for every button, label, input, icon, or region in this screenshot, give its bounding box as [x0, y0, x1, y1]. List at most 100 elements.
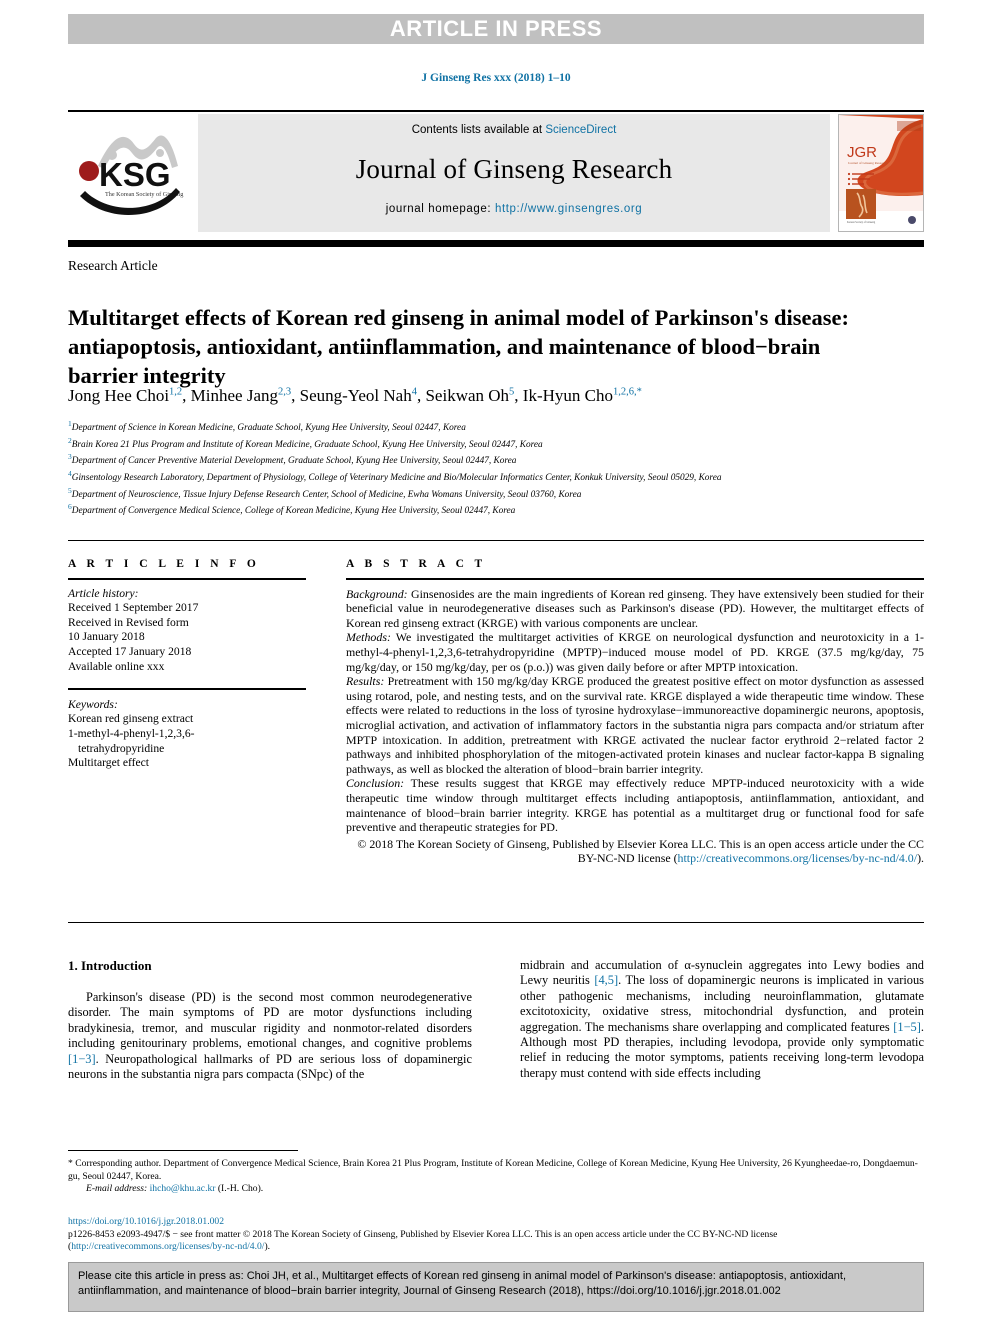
journal-title: Journal of Ginseng Research: [355, 154, 673, 184]
affiliation-item: 2Brain Korea 21 Plus Program and Institu…: [68, 435, 924, 452]
citation-ref-1-3[interactable]: [1−3]: [68, 1052, 96, 1066]
affiliation-text: Department of Convergence Medical Scienc…: [71, 506, 516, 517]
keyword-item: Multitarget effect: [68, 756, 150, 770]
keyword-item: Korean red ginseng extract: [68, 712, 194, 726]
sciencedirect-link[interactable]: ScienceDirect: [545, 124, 616, 136]
article-info-divider: [68, 578, 306, 580]
article-info-heading: A R T I C L E I N F O: [68, 558, 260, 570]
abstract-divider: [346, 578, 924, 580]
abstract-conclusion: Conclusion: These results suggest that K…: [346, 776, 924, 834]
email-suffix: (I.-H. Cho).: [215, 1183, 264, 1194]
masthead-bottom-rule: [68, 240, 924, 247]
email-label: E-mail address:: [86, 1183, 148, 1194]
abstract-results-text: Pretreatment with 150 mg/kg/day KRGE pro…: [346, 674, 924, 776]
journal-homepage-link[interactable]: http://www.ginsengres.org: [495, 203, 642, 215]
abstract-background: Background: Ginsenosides are the main in…: [346, 587, 924, 631]
body-column-left: 1. Introduction Parkinson's disease (PD)…: [68, 958, 472, 1082]
svg-text:JGR: JGR: [847, 144, 877, 161]
author-affiliation-marker: 1,2,6,*: [613, 386, 642, 398]
affiliation-text: Department of Science in Korean Medicine…: [71, 423, 466, 434]
license-link[interactable]: http://creativecommons.org/licenses/by-n…: [71, 1241, 264, 1252]
doi-and-issn-block: https://doi.org/10.1016/j.jgr.2018.01.00…: [68, 1216, 924, 1254]
affiliation-text: Department of Neuroscience, Tissue Injur…: [71, 489, 582, 500]
corresponding-author-footnote: * Corresponding author. Department of Co…: [68, 1158, 924, 1196]
page-title: Multitarget effects of Korean red ginsen…: [68, 305, 849, 389]
keywords-label: Keywords:: [68, 697, 118, 711]
cite-this-article-box: Please cite this article in press as: Ch…: [68, 1262, 924, 1312]
affiliation-item: 1Department of Science in Korean Medicin…: [68, 418, 924, 435]
affiliation-item: 4Ginsentology Research Laboratory, Depar…: [68, 468, 924, 485]
cc-license-link[interactable]: http://creativecommons.org/licenses/by-n…: [678, 851, 918, 865]
abstract-heading: A B S T R A C T: [346, 558, 487, 570]
info-region-bottom-rule: [68, 922, 924, 924]
abstract-column: A B S T R A C T Background: Ginsenosides…: [346, 558, 924, 866]
ksg-logo: KSG The Korean Society of Ginseng: [68, 122, 190, 226]
intro-left-text-b: . Neuropathological hallmarks of PD are …: [68, 1051, 472, 1082]
info-region-top-rule: [68, 540, 924, 542]
article-in-press-banner: ARTICLE IN PRESS: [68, 14, 924, 44]
corresponding-author-text: * Corresponding author. Department of Co…: [68, 1158, 918, 1182]
email-line: E-mail address: ihcho@khu.ac.kr (I.-H. C…: [68, 1183, 924, 1196]
affiliation-text: Brain Korea 21 Plus Program and Institut…: [71, 439, 543, 450]
keywords-divider: [68, 688, 306, 690]
article-type-label: Research Article: [68, 258, 158, 273]
intro-left-text-a: Parkinson's disease (PD) is the second m…: [68, 990, 472, 1051]
author-name: Seung-Yeol Nah: [299, 386, 412, 405]
svg-text:Journal of Ginseng Research: Journal of Ginseng Research: [848, 161, 887, 165]
affiliation-item: 6Department of Convergence Medical Scien…: [68, 501, 924, 518]
author-list: Jong Hee Choi1,2, Minhee Jang2,3, Seung-…: [68, 386, 924, 406]
footnote-rule: [68, 1150, 298, 1152]
article-info-column: A R T I C L E I N F O Article history: R…: [68, 558, 306, 771]
journal-homepage-label: journal homepage:: [385, 203, 495, 215]
issn-line: p1226-8453 e2093-4947/$ − see front matt…: [68, 1229, 924, 1254]
article-history-item: 10 January 2018: [68, 630, 145, 644]
author-name: Jong Hee Choi: [68, 386, 170, 405]
article-history-item: Received 1 September 2017: [68, 601, 199, 615]
abstract-methods-text: We investigated the multitarget activiti…: [346, 630, 924, 674]
abstract-copyright-tail: ).: [917, 851, 924, 866]
abstract-results: Results: Pretreatment with 150 mg/kg/day…: [346, 674, 924, 776]
author-separator: ,: [182, 386, 191, 405]
author-name: Ik-Hyun Cho: [522, 386, 613, 405]
article-page: ARTICLE IN PRESS J Ginseng Res xxx (2018…: [0, 0, 992, 1323]
journal-homepage-line: journal homepage: http://www.ginsengres.…: [198, 203, 830, 215]
author-affiliation-marker: 2,3: [278, 386, 292, 398]
article-in-press-label: ARTICLE IN PRESS: [389, 16, 603, 41]
author-separator: ,: [514, 386, 523, 405]
author-separator: ,: [291, 386, 300, 405]
article-history-item: Received in Revised form: [68, 615, 189, 629]
article-history-label: Article history:: [68, 586, 139, 600]
email-link[interactable]: ihcho@khu.ac.kr: [150, 1183, 216, 1194]
contents-lists-line: Contents lists available at ScienceDirec…: [198, 124, 830, 136]
keyword-item: 1-methyl-4-phenyl-1,2,3,6-: [68, 726, 195, 740]
abstract-conclusion-label: Conclusion:: [346, 776, 405, 791]
introduction-paragraph-right: midbrain and accumulation of α-synuclein…: [520, 958, 924, 1081]
introduction-heading: 1. Introduction: [68, 958, 152, 973]
affiliation-item: 5Department of Neuroscience, Tissue Inju…: [68, 485, 924, 502]
abstract-conclusion-text: These results suggest that KRGE may effe…: [346, 776, 924, 835]
introduction-paragraph-left: Parkinson's disease (PD) is the second m…: [68, 990, 472, 1082]
cite-this-article-text: Please cite this article in press as: Ch…: [78, 1270, 847, 1297]
issn-tail: ).: [264, 1241, 271, 1252]
affiliation-text: Department of Cancer Preventive Material…: [71, 456, 517, 467]
article-history-item: Accepted 17 January 2018: [68, 644, 192, 658]
svg-text:Korean Society of Ginseng: Korean Society of Ginseng: [847, 221, 876, 224]
contents-lists-prefix: Contents lists available at: [411, 124, 546, 136]
citation-ref-1-5[interactable]: [1−5]: [893, 1020, 921, 1034]
citation-ref-4-5[interactable]: [4,5]: [594, 973, 618, 987]
author-name: Seikwan Oh: [425, 386, 510, 405]
doi-link[interactable]: https://doi.org/10.1016/j.jgr.2018.01.00…: [68, 1216, 924, 1229]
article-history-block: Article history: Received 1 September 20…: [68, 587, 306, 675]
keyword-item: tetrahydropyridine: [78, 741, 165, 755]
article-history-item: Available online xxx: [68, 659, 165, 673]
affiliation-list: 1Department of Science in Korean Medicin…: [68, 418, 924, 518]
masthead-top-rule: [68, 110, 924, 112]
sciencedirect-box: Contents lists available at ScienceDirec…: [198, 114, 830, 232]
article-history-items: Received 1 September 2017 Received in Rev…: [68, 601, 306, 674]
abstract-methods-label: Methods:: [346, 630, 391, 645]
abstract-methods: Methods: We investigated the multitarget…: [346, 630, 924, 674]
affiliation-item: 3Department of Cancer Preventive Materia…: [68, 451, 924, 468]
abstract-results-label: Results:: [346, 674, 385, 689]
abstract-background-text: Ginsenosides are the main ingredients of…: [346, 586, 924, 630]
keywords-block: Keywords: Korean red ginseng extract 1-me…: [68, 698, 306, 771]
